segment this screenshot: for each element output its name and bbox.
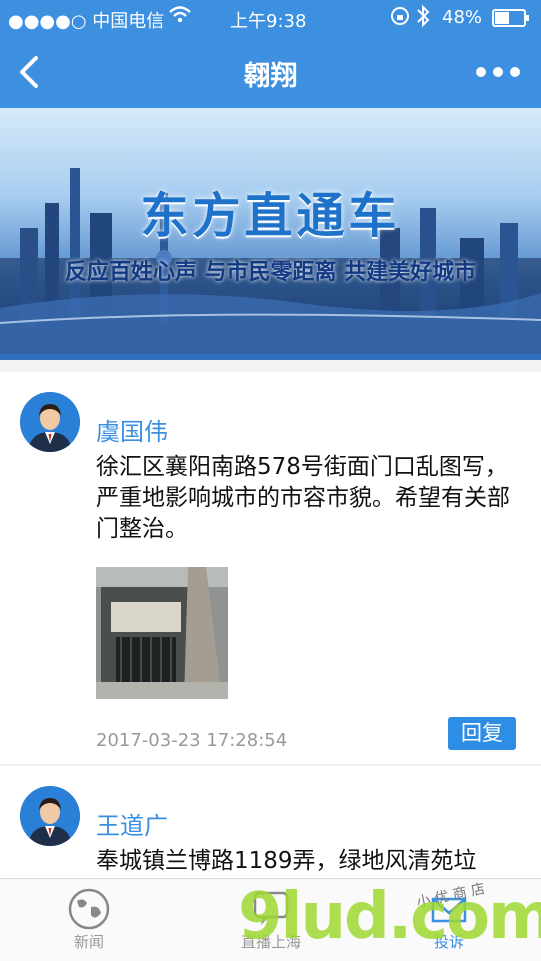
post-card[interactable]: 虞国伟 徐汇区襄阳南路578号街面门口乱图写，严重地影响城市的市容市貌。希望有关… xyxy=(0,372,541,764)
status-bar: ●●●●○ 中国电信 上午9:38 48% xyxy=(0,0,541,36)
page-title: 翱翔 xyxy=(243,61,298,92)
post-author[interactable]: 虞国伟 xyxy=(96,412,168,447)
battery-percent: 48% xyxy=(442,7,483,28)
clock: 上午9:38 xyxy=(230,11,307,32)
person-icon xyxy=(20,392,80,452)
post-content: 徐汇区襄阳南路578号街面门口乱图写，严重地影响城市的市容市貌。希望有关部门整治… xyxy=(96,454,510,542)
wifi-icon xyxy=(168,4,192,31)
post-author[interactable]: 王道广 xyxy=(96,806,168,841)
bluetooth-icon xyxy=(416,4,430,33)
carrier-label: ●●●●○ 中国电信 xyxy=(8,11,165,32)
post-image[interactable] xyxy=(96,567,228,699)
tab-news[interactable]: 新闻 xyxy=(44,887,134,952)
post-timestamp: 2017-03-23 17:28:54 xyxy=(96,730,288,751)
nav-bar: 翱翔 xyxy=(0,36,541,108)
banner-subtitle: 反应百姓心声 与市民零距离 共建美好城市 xyxy=(64,260,477,285)
globe-icon xyxy=(68,888,110,930)
banner-divider xyxy=(0,354,541,360)
battery-icon xyxy=(492,9,530,32)
post-content: 奉城镇兰博路1189弄，绿地风清苑垃 xyxy=(96,848,477,874)
rotation-lock-icon xyxy=(390,6,410,31)
avatar[interactable] xyxy=(20,392,80,452)
storefront-photo-image xyxy=(96,567,228,699)
more-dots-icon xyxy=(476,67,520,77)
banner-title: 东方直通车 xyxy=(140,188,401,244)
tab-news-label: 新闻 xyxy=(73,933,104,951)
banner: 东方直通车 反应百姓心声 与市民零距离 共建美好城市 xyxy=(0,108,541,360)
avatar[interactable] xyxy=(20,786,80,846)
watermark: 9lud.com xyxy=(238,880,541,954)
post-card[interactable]: 王道广 奉城镇兰博路1189弄，绿地风清苑垃 xyxy=(0,766,541,878)
reply-button[interactable]: 回复 xyxy=(448,717,516,750)
person-icon xyxy=(20,786,80,846)
more-button[interactable] xyxy=(475,64,521,78)
